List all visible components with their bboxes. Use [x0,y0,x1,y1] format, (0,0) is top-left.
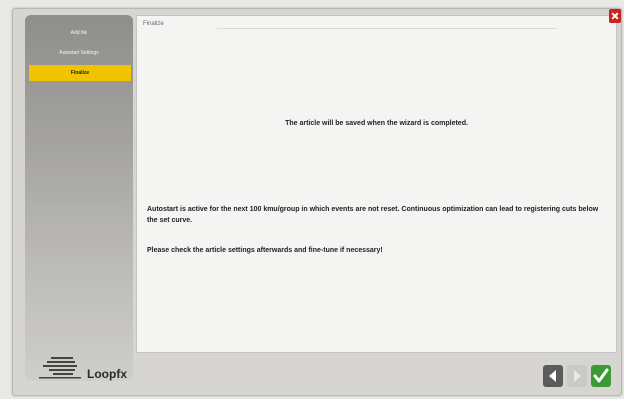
panel-title: Finalize [143,21,164,27]
arrow-right-icon [574,370,581,382]
back-button[interactable] [543,365,563,387]
confirm-button[interactable] [591,365,611,387]
step-finalize[interactable]: Finalize [29,65,131,81]
check-settings-message: Please check the article settings afterw… [147,247,383,254]
content-panel: Finalize The article will be saved when … [136,15,617,353]
close-button[interactable] [609,9,621,23]
logo-text: Loopfx [87,367,127,381]
wizard-sidebar: Add file Autostart Settings Finalize Loo… [25,15,133,381]
autostart-message: Autostart is active for the next 100 kmu… [147,206,599,224]
step-autostart-settings[interactable]: Autostart Settings [25,45,133,61]
step-add-file[interactable]: Add file [25,25,133,41]
checkmark-icon [593,368,609,383]
arrow-left-icon [549,370,556,382]
wizard-steps: Add file Autostart Settings Finalize [25,25,133,81]
brand-logo: Loopfx [39,355,135,381]
next-button[interactable] [567,365,587,387]
logo-mark-icon [39,357,81,379]
wizard-window: Add file Autostart Settings Finalize Loo… [12,8,622,396]
panel-divider [217,28,557,29]
save-message: The article will be saved when the wizar… [285,120,468,127]
